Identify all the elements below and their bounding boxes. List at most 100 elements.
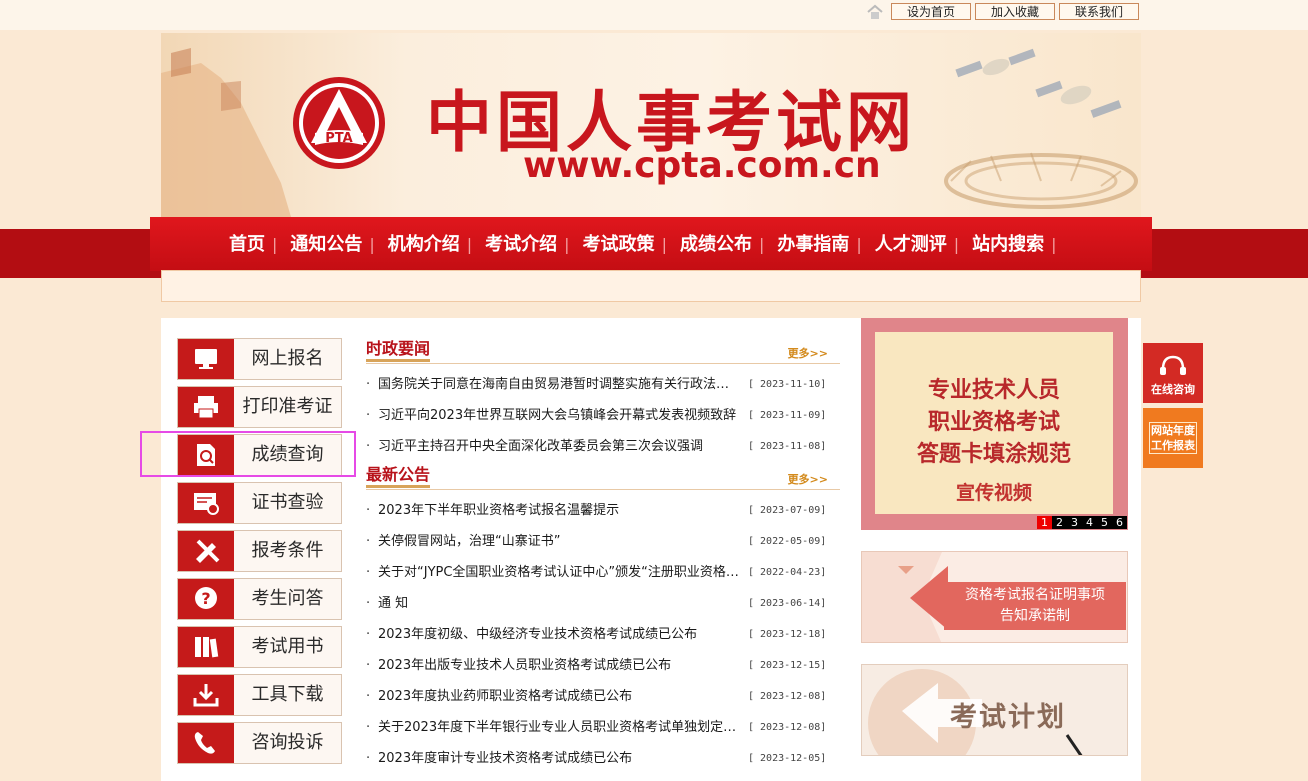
side-menu-item-7[interactable]: 工具下载 <box>177 674 342 716</box>
nav-item-6[interactable]: 办事指南 <box>770 231 856 259</box>
side-menu-label: 咨询投诉 <box>251 732 324 753</box>
news-link[interactable]: 习近平主持召开中央全面深化改革委员会第三次会议强调 <box>378 436 740 458</box>
side-menu-item-6[interactable]: 考试用书 <box>177 626 342 668</box>
side-menu-item-8[interactable]: 咨询投诉 <box>177 722 342 764</box>
news-date: [ 2023-12-05] <box>748 753 827 764</box>
news-link[interactable]: 2023年度初级、中级经济专业技术资格考试成绩已公布 <box>378 624 740 646</box>
bullet: · <box>366 377 371 392</box>
nav-item-2[interactable]: 机构介绍 <box>381 231 467 259</box>
slide-page-5[interactable]: 5 <box>1097 516 1112 529</box>
printer-icon <box>178 387 234 427</box>
news-link[interactable]: 2023年度执业药师职业资格考试成绩已公布 <box>378 686 740 708</box>
news-date: [ 2023-11-09] <box>748 410 827 421</box>
bullet: · <box>366 658 371 673</box>
nav-separator: | <box>856 235 862 254</box>
side-menu-item-5[interactable]: ? 考生问答 <box>177 578 342 620</box>
exam-plan-banner[interactable]: 考试计划 <box>861 664 1128 756</box>
news-row: · 国务院关于同意在海南自由贸易港暂时调整实施有关行政法规规定的批复 [ 2023-… <box>366 374 840 396</box>
promo-video-panel: 专业技术人员 职业资格考试 答题卡填涂规范 宣传视频 <box>875 332 1113 514</box>
slide-page-2[interactable]: 2 <box>1052 516 1067 529</box>
certificate-search-icon <box>178 483 234 523</box>
nav-item-0[interactable]: 首页 <box>222 231 272 259</box>
slide-page-6[interactable]: 6 <box>1112 516 1127 529</box>
headset-icon <box>1160 355 1186 375</box>
cert-notice-banner[interactable]: 资格考试报名证明事项 告知承诺制 <box>861 551 1128 643</box>
news-link[interactable]: 2023年下半年职业资格考试报名温馨提示 <box>378 500 740 522</box>
latest-news-more-link[interactable]: 更多>> <box>788 471 828 487</box>
nav-item-4[interactable]: 考试政策 <box>576 231 662 259</box>
side-menu-label: 考试用书 <box>251 636 324 657</box>
bullet: · <box>366 627 371 642</box>
side-menu-item-1[interactable]: 打印准考证 <box>177 386 342 428</box>
news-link[interactable]: 通 知 <box>378 593 740 615</box>
news-link[interactable]: 关停假冒网站，治理“山寨证书” <box>378 531 740 553</box>
news-link[interactable]: 习近平向2023年世界互联网大会乌镇峰会开幕式发表视频致辞 <box>378 405 740 427</box>
nav-item-7[interactable]: 人才测评 <box>868 231 954 259</box>
news-date: [ 2023-12-18] <box>748 629 827 640</box>
side-menu-item-0[interactable]: 网上报名 <box>177 338 342 380</box>
slide-pager: 123456 <box>1037 516 1127 529</box>
news-row: · 2023年度审计专业技术资格考试成绩已公布 [ 2023-12-05] <box>366 748 840 770</box>
politics-news-more-link[interactable]: 更多>> <box>788 345 828 361</box>
news-row: · 2023年度初级、中级经济专业技术资格考试成绩已公布 [ 2023-12-18] <box>366 624 840 646</box>
sub-bar <box>161 270 1141 302</box>
nav-separator: | <box>661 235 667 254</box>
nav-item-5[interactable]: 成绩公布 <box>673 231 759 259</box>
bullet: · <box>366 408 371 423</box>
news-link[interactable]: 关于2023年度下半年银行业专业人员职业资格考试单独划定合格标准 <box>378 717 740 739</box>
contact-us-button[interactable]: 联系我们 <box>1059 3 1139 20</box>
phone-icon <box>178 723 234 763</box>
news-link[interactable]: 2023年度审计专业技术资格考试成绩已公布 <box>378 748 740 770</box>
set-home-button[interactable]: 设为首页 <box>891 3 971 20</box>
latest-news-header: 最新公告 更多>> <box>366 465 840 490</box>
nav-item-8[interactable]: 站内搜索 <box>965 231 1051 259</box>
news-date: [ 2022-04-23] <box>748 567 827 578</box>
annual-report-button[interactable]: 网站年度 工作报表 <box>1143 408 1203 468</box>
svg-text:?: ? <box>201 589 210 608</box>
bullet: · <box>366 534 371 549</box>
news-date: [ 2023-07-09] <box>748 505 827 516</box>
nav-item-3[interactable]: 考试介绍 <box>478 231 564 259</box>
site-url: www.cpta.com.cn <box>523 145 881 186</box>
bullet: · <box>366 565 371 580</box>
slide-page-3[interactable]: 3 <box>1067 516 1082 529</box>
download-icon <box>178 675 234 715</box>
news-link[interactable]: 2023年出版专业技术人员职业资格考试成绩已公布 <box>378 655 740 677</box>
news-row: · 通 知 [ 2023-06-14] <box>366 593 840 615</box>
news-link[interactable]: 国务院关于同意在海南自由贸易港暂时调整实施有关行政法规规定的批复 <box>378 374 740 396</box>
news-date: [ 2023-12-08] <box>748 691 827 702</box>
slide-page-1[interactable]: 1 <box>1037 516 1052 529</box>
cert-notice-line-1: 资格考试报名证明事项 <box>965 587 1105 603</box>
promo-video-line-3: 答题卡填涂规范 <box>916 442 1071 467</box>
bullet: · <box>366 751 371 766</box>
side-menu-label: 考生问答 <box>251 588 324 609</box>
bullet: · <box>366 596 371 611</box>
side-menu-item-4[interactable]: 报考条件 <box>177 530 342 572</box>
politics-news-header: 时政要闻 更多>> <box>366 339 840 364</box>
promo-video-banner[interactable]: 专业技术人员 职业资格考试 答题卡填涂规范 宣传视频 123456 <box>861 318 1128 530</box>
add-favorite-button[interactable]: 加入收藏 <box>975 3 1055 20</box>
online-consult-button[interactable]: 在线咨询 <box>1143 343 1203 403</box>
politics-news-title: 时政要闻 <box>366 339 431 362</box>
promo-video-line-2: 职业资格考试 <box>927 410 1060 435</box>
side-menu-label: 报考条件 <box>251 540 324 561</box>
news-date: [ 2023-06-14] <box>748 598 827 609</box>
nav-item-1[interactable]: 通知公告 <box>283 231 369 259</box>
bullet: · <box>366 503 371 518</box>
nav-separator: | <box>466 235 473 254</box>
news-row: · 习近平向2023年世界互联网大会乌镇峰会开幕式发表视频致辞 [ 2023-11-… <box>366 405 840 427</box>
news-link[interactable]: 关于对“JYPC全国职业资格考试认证中心”颁发“注册职业资格证书”的声明 <box>378 562 740 584</box>
nav-separator: | <box>564 235 570 254</box>
bullet: · <box>366 689 371 704</box>
latest-news-title: 最新公告 <box>366 465 431 488</box>
nav-separator: | <box>953 235 960 254</box>
bullet: · <box>366 439 371 454</box>
news-date: [ 2023-12-08] <box>748 722 827 733</box>
side-menu-item-3[interactable]: 证书查验 <box>177 482 342 524</box>
side-menu-label: 打印准考证 <box>242 396 333 417</box>
svg-text:PTA: PTA <box>325 131 352 146</box>
slide-page-4[interactable]: 4 <box>1082 516 1097 529</box>
online-consult-label: 在线咨询 <box>1151 383 1195 396</box>
home-icon[interactable] <box>866 3 884 21</box>
news-row: · 2023年下半年职业资格考试报名温馨提示 [ 2023-07-09] <box>366 500 840 522</box>
